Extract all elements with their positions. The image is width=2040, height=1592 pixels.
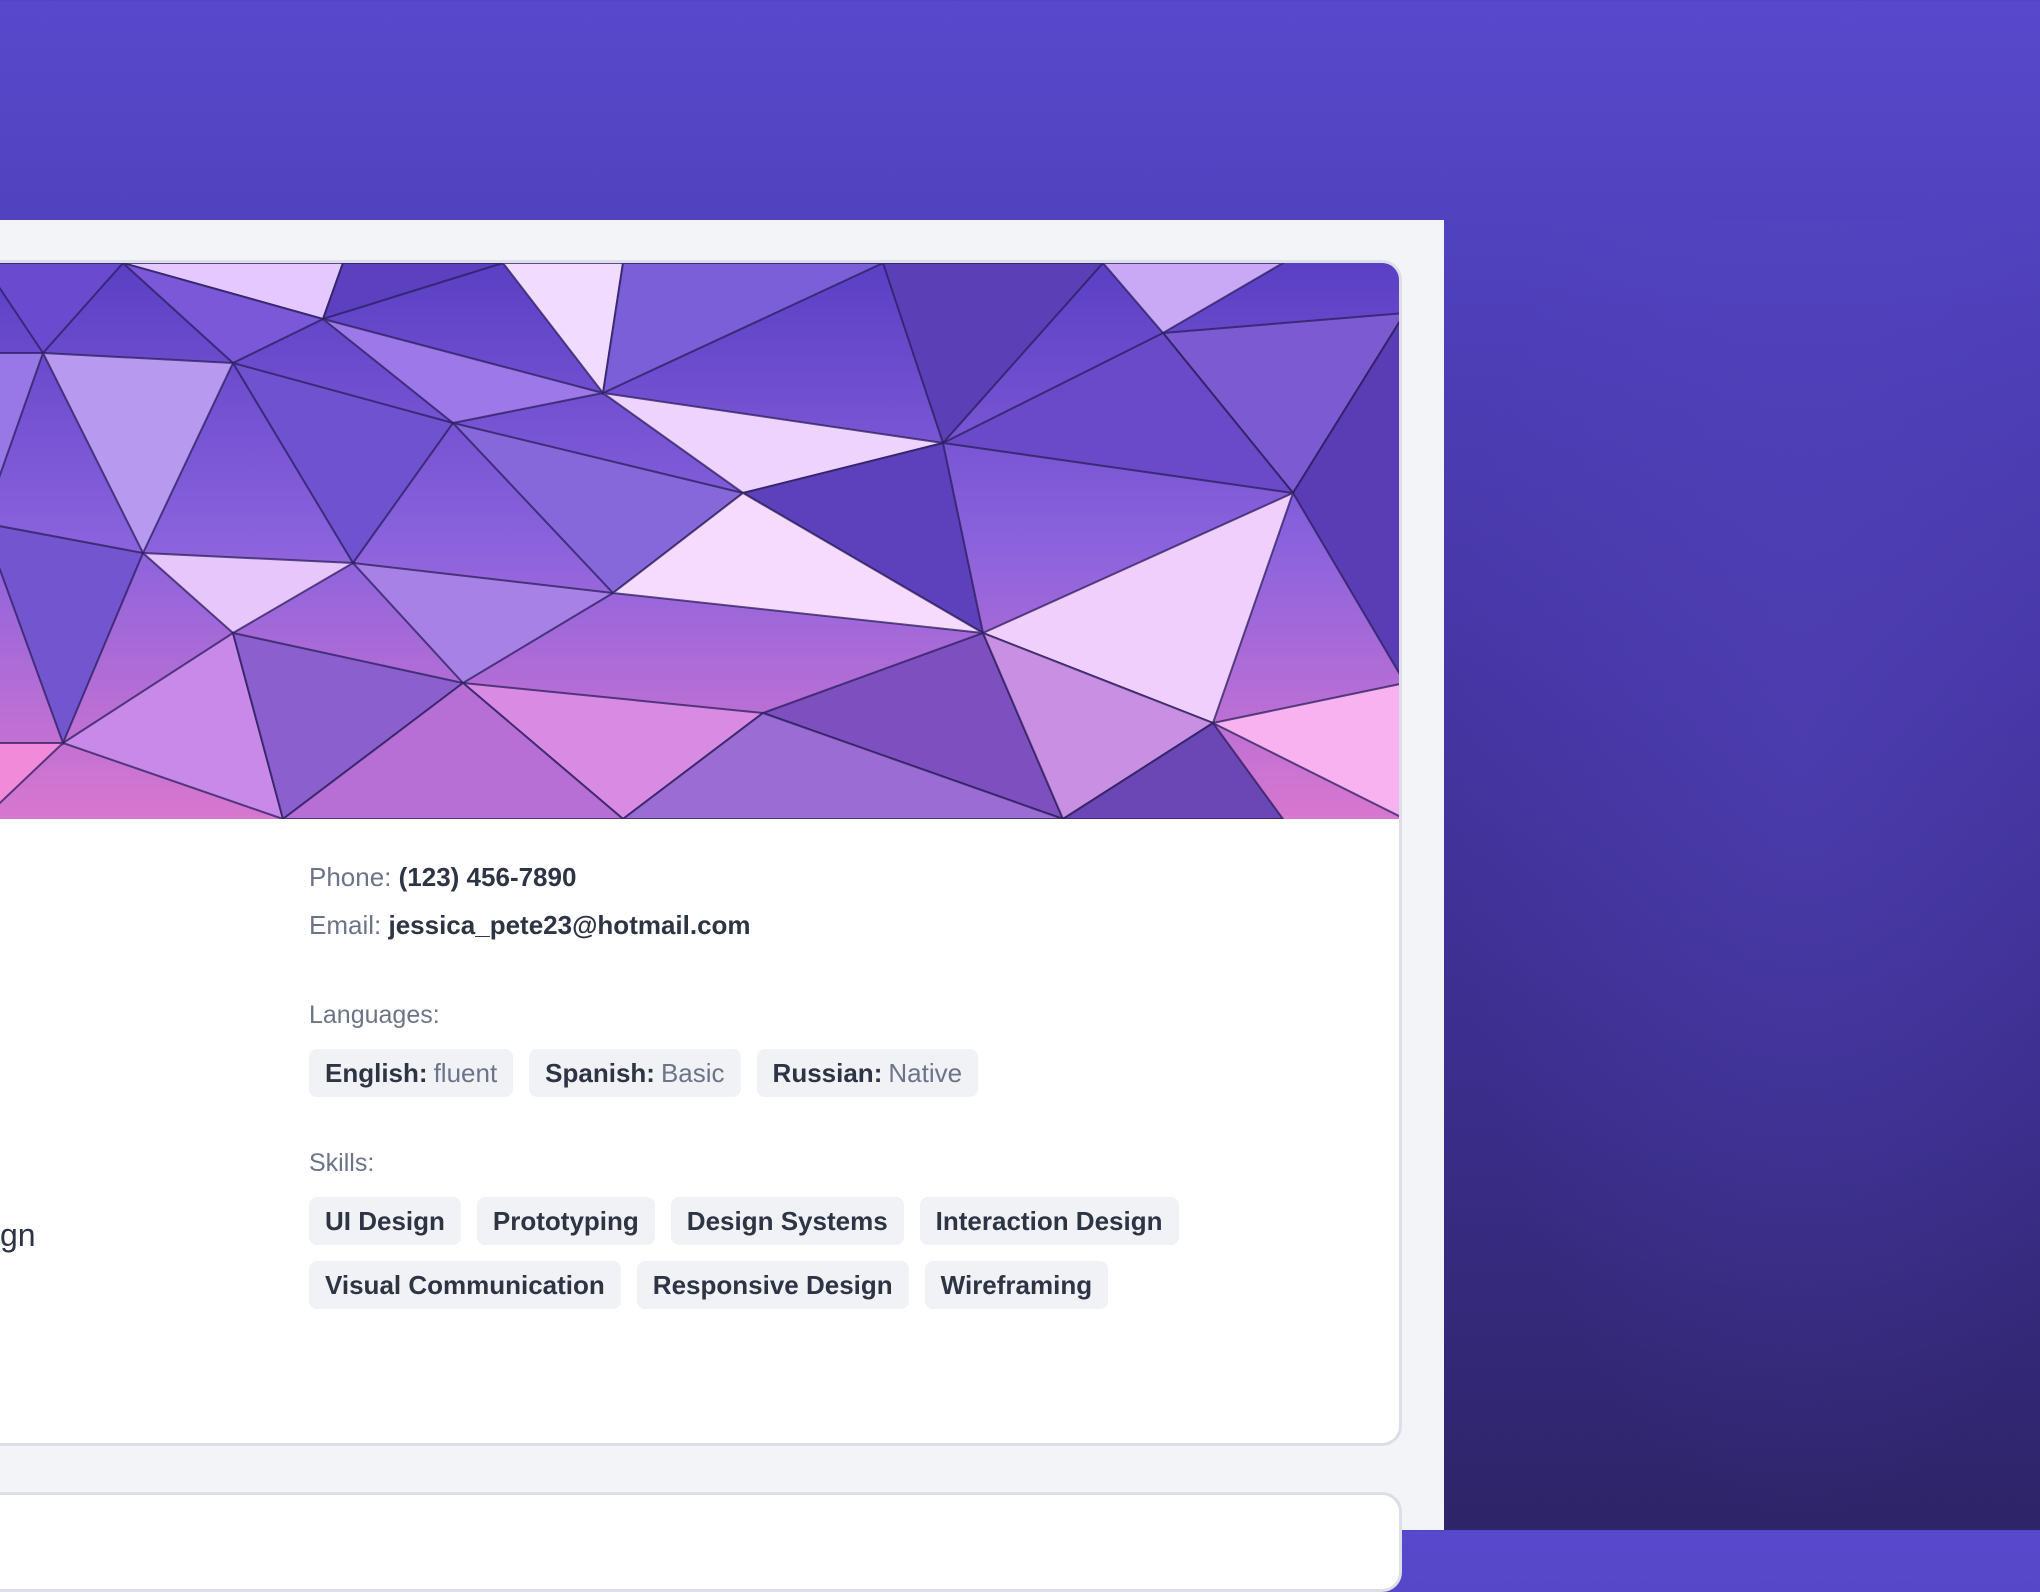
language-name: Russian:: [772, 1058, 883, 1088]
skill-chip: Responsive Design: [636, 1261, 909, 1309]
skill-chip: UI Design: [309, 1197, 461, 1245]
languages-list: English: fluent Spanish: Basic Russian: Nat…: [309, 1049, 1309, 1097]
language-name: English:: [325, 1058, 428, 1088]
email-label: Email:: [309, 910, 382, 940]
phone-label: Phone:: [309, 862, 392, 892]
cover-pattern: [0, 263, 1399, 819]
language-chip-russian: Russian: Native: [756, 1049, 979, 1097]
language-level: fluent: [433, 1058, 498, 1088]
background-glow: [1444, 220, 2040, 1530]
phone-value[interactable]: (123) 456-7890: [399, 862, 577, 892]
profile-card: Phone: (123) 456-7890 Email: jessica_pet…: [0, 260, 1402, 1446]
language-level: Basic: [660, 1058, 725, 1088]
languages-label: Languages:: [309, 1001, 440, 1029]
language-chip-spanish: Spanish: Basic: [529, 1049, 741, 1097]
language-chip-english: English: fluent: [309, 1049, 514, 1097]
cover-image: [0, 263, 1399, 819]
app-panel: Phone: (123) 456-7890 Email: jessica_pet…: [0, 220, 1444, 1592]
next-card: [0, 1492, 1402, 1592]
skill-chip: Design Systems: [670, 1197, 904, 1245]
skill-chip: Interaction Design: [919, 1197, 1179, 1245]
skill-chip: Prototyping: [476, 1197, 655, 1245]
skill-chip: Visual Communication: [309, 1261, 621, 1309]
phone-line: Phone: (123) 456-7890: [309, 853, 1309, 901]
profile-details: Phone: (123) 456-7890 Email: jessica_pet…: [309, 853, 1309, 1309]
language-level: Native: [888, 1058, 963, 1088]
skills-label: Skills:: [309, 1149, 375, 1177]
left-column-text: gn: [0, 1217, 36, 1253]
skill-chip: Wireframing: [924, 1261, 1109, 1309]
language-name: Spanish:: [545, 1058, 655, 1088]
skills-list: UI Design Prototyping Design Systems Int…: [309, 1197, 1309, 1309]
email-line: Email: jessica_pete23@hotmail.com: [309, 901, 1309, 949]
email-value[interactable]: jessica_pete23@hotmail.com: [388, 910, 750, 940]
